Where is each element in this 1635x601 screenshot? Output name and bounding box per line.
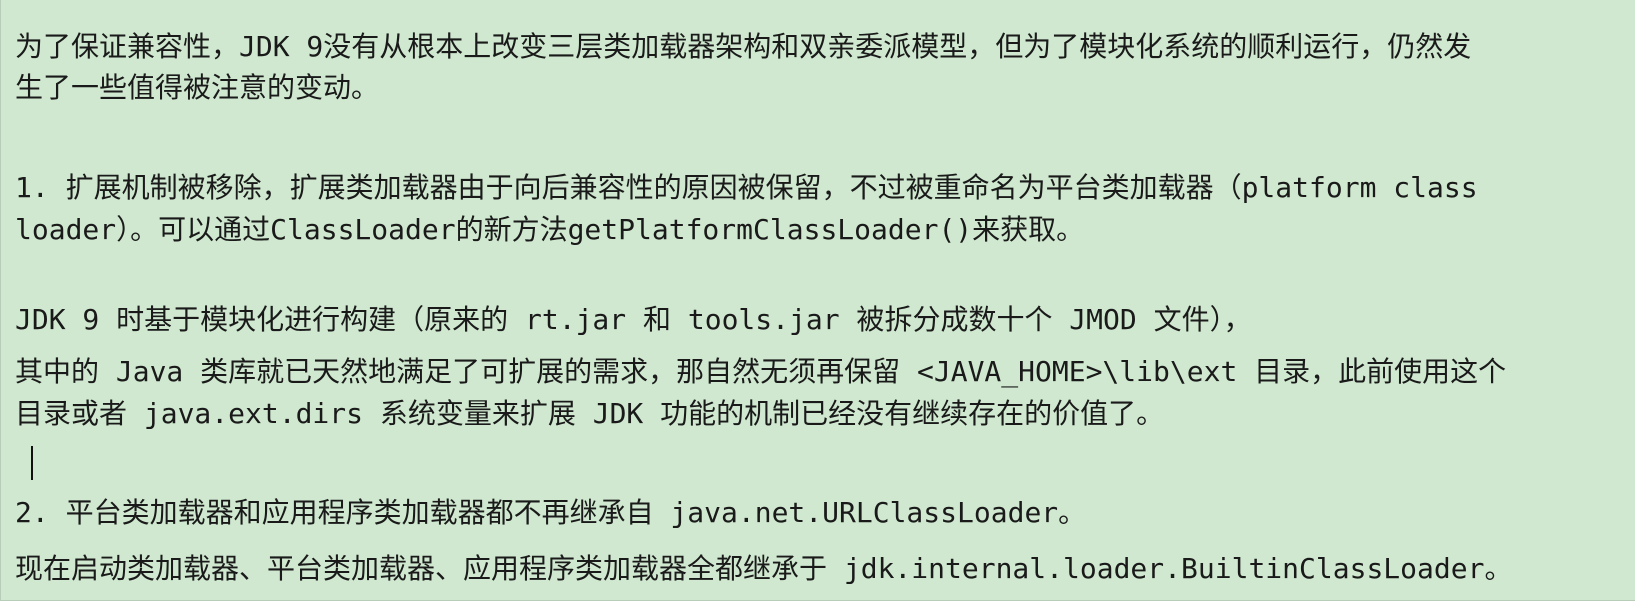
java-ext-line-2: 目录或者 java.ext.dirs 系统变量来扩展 JDK 功能的机制已经没有… [15,397,1165,430]
paragraph-intro-line-2: 生了一些值得被注意的变动。 [15,71,380,104]
point-1-line-2: loader）。可以通过ClassLoader的新方法getPlatformCl… [15,213,1085,246]
text-cursor [31,446,33,480]
builtin-classloader-line: 现在启动类加载器、平台类加载器、应用程序类加载器全都继承于 jdk.intern… [15,552,1513,585]
paragraph-intro-line-1: 为了保证兼容性，JDK 9没有从根本上改变三层类加载器架构和双亲委派模型，但为了… [15,30,1472,63]
point-1-line-1: 1. 扩展机制被移除，扩展类加载器由于向后兼容性的原因被保留，不过被重命名为平台… [15,171,1478,204]
java-ext-line-1: 其中的 Java 类库就已天然地满足了可扩展的需求，那自然无须再保留 <JAVA… [15,355,1507,388]
document-area[interactable]: 为了保证兼容性，JDK 9没有从根本上改变三层类加载器架构和双亲委派模型，但为了… [0,0,1635,601]
jdk9-modules-line: JDK 9 时基于模块化进行构建（原来的 rt.jar 和 tools.jar … [15,303,1252,336]
point-2-line: 2. 平台类加载器和应用程序类加载器都不再继承自 java.net.URLCla… [15,496,1087,529]
